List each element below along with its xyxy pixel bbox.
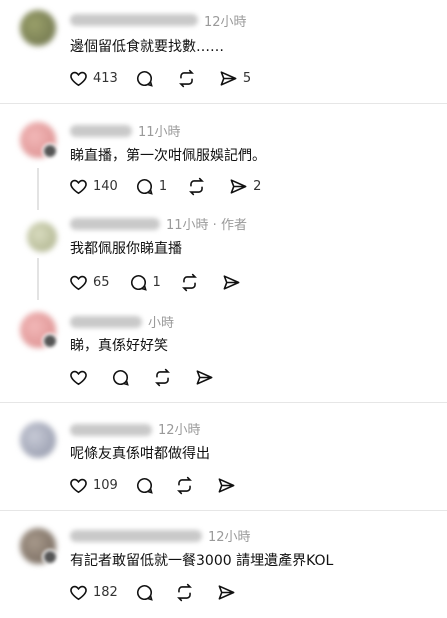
send-icon: [220, 70, 237, 86]
like-button[interactable]: 413: [69, 68, 118, 88]
divider: [0, 402, 447, 403]
repost-arrows-icon: [189, 177, 205, 195]
repost-arrows-icon: [178, 69, 194, 87]
share-button[interactable]: 2: [229, 176, 261, 196]
reply-button[interactable]: [111, 367, 130, 387]
comment-bubble-icon: [136, 584, 153, 601]
comment-bubble-icon: [136, 178, 153, 195]
heart-icon: [70, 71, 87, 86]
timestamp: 12小時: [158, 423, 201, 438]
repost-arrows-icon: [181, 273, 197, 291]
share-button[interactable]: 5: [219, 68, 251, 88]
timestamp: 小時: [148, 316, 175, 331]
divider: [0, 510, 447, 511]
reply-count: 1: [158, 178, 168, 194]
heart-icon: [70, 275, 87, 290]
comment-text: 呢條友真係咁都做得出: [70, 446, 210, 462]
comment-text: 有記者敢留低就一餐3000 請埋遺產界KOL: [70, 553, 334, 569]
username[interactable]: [70, 125, 132, 137]
action-bar: 413 5: [69, 68, 251, 88]
share-button[interactable]: [217, 582, 236, 602]
comment-bubble-icon: [112, 369, 129, 386]
like-button[interactable]: 182: [69, 582, 118, 602]
comment-bubble-icon: [130, 274, 147, 291]
reply-count: 1: [152, 274, 161, 290]
heart-icon: [70, 478, 87, 493]
like-button[interactable]: 65: [69, 272, 110, 292]
reply-thread-line: [37, 168, 39, 210]
username[interactable]: [70, 218, 160, 230]
send-icon: [223, 274, 240, 290]
like-count: 413: [93, 70, 118, 86]
share-count: 5: [242, 70, 252, 86]
like-count: 65: [93, 274, 110, 290]
action-bar: [69, 367, 214, 387]
comment-thread: 12小時 邊個留低食就要找數…… 413 5 11小時 睇直播，第一次咁佩服娛記…: [0, 0, 447, 618]
repost-button[interactable]: [180, 272, 199, 292]
avatar-badge: [42, 143, 58, 159]
reply-button[interactable]: [135, 68, 154, 88]
send-icon: [230, 178, 247, 194]
avatar-badge: [42, 549, 58, 565]
repost-arrows-icon: [176, 476, 192, 494]
reply-button[interactable]: [135, 582, 154, 602]
username[interactable]: [70, 14, 198, 26]
like-count: 109: [93, 477, 118, 493]
share-button[interactable]: [222, 272, 241, 292]
comment-text: 睇直播，第一次咁佩服娛記們。: [70, 148, 266, 164]
like-count: 140: [93, 178, 118, 194]
reply-button[interactable]: 1: [129, 272, 161, 292]
timestamp: 11小時 · 作者: [166, 218, 247, 233]
action-bar: 109: [69, 475, 236, 495]
repost-arrows-icon: [155, 368, 170, 386]
avatar-badge: [42, 333, 58, 349]
comment-bubble-icon: [136, 70, 153, 87]
divider: [0, 103, 447, 104]
share-button[interactable]: [217, 475, 236, 495]
repost-button[interactable]: [175, 475, 194, 495]
comment-text: 邊個留低食就要找數……: [70, 39, 224, 55]
like-button[interactable]: 109: [69, 475, 118, 495]
timestamp: 12小時: [204, 15, 247, 30]
repost-button[interactable]: [153, 367, 172, 387]
repost-arrows-icon: [176, 583, 192, 601]
avatar[interactable]: [20, 10, 56, 46]
share-count: 2: [253, 178, 262, 194]
send-icon: [196, 369, 213, 385]
action-bar: 182: [69, 582, 236, 602]
share-button[interactable]: [195, 367, 214, 387]
timestamp: 12小時: [208, 530, 251, 545]
heart-icon: [70, 179, 87, 194]
send-icon: [218, 584, 235, 600]
reply-button[interactable]: [135, 475, 154, 495]
action-bar: 65 1: [69, 272, 241, 292]
like-count: 182: [93, 584, 118, 600]
username[interactable]: [70, 530, 202, 542]
reply-button[interactable]: 1: [135, 176, 167, 196]
repost-button[interactable]: [175, 582, 194, 602]
comment-text: 睇，真係好好笑: [70, 338, 168, 354]
heart-icon: [70, 370, 87, 385]
username[interactable]: [70, 424, 152, 436]
repost-button[interactable]: [187, 176, 206, 196]
send-icon: [218, 477, 235, 493]
comment-text: 我都佩服你睇直播: [70, 241, 182, 257]
action-bar: 140 1 2: [69, 176, 261, 196]
reply-thread-line: [37, 258, 39, 300]
repost-button[interactable]: [177, 68, 196, 88]
avatar[interactable]: [27, 222, 57, 252]
username[interactable]: [70, 316, 142, 328]
like-button[interactable]: [69, 367, 88, 387]
heart-icon: [70, 585, 87, 600]
comment-bubble-icon: [136, 477, 153, 494]
avatar[interactable]: [20, 422, 56, 458]
timestamp: 11小時: [138, 125, 181, 140]
like-button[interactable]: 140: [69, 176, 118, 196]
